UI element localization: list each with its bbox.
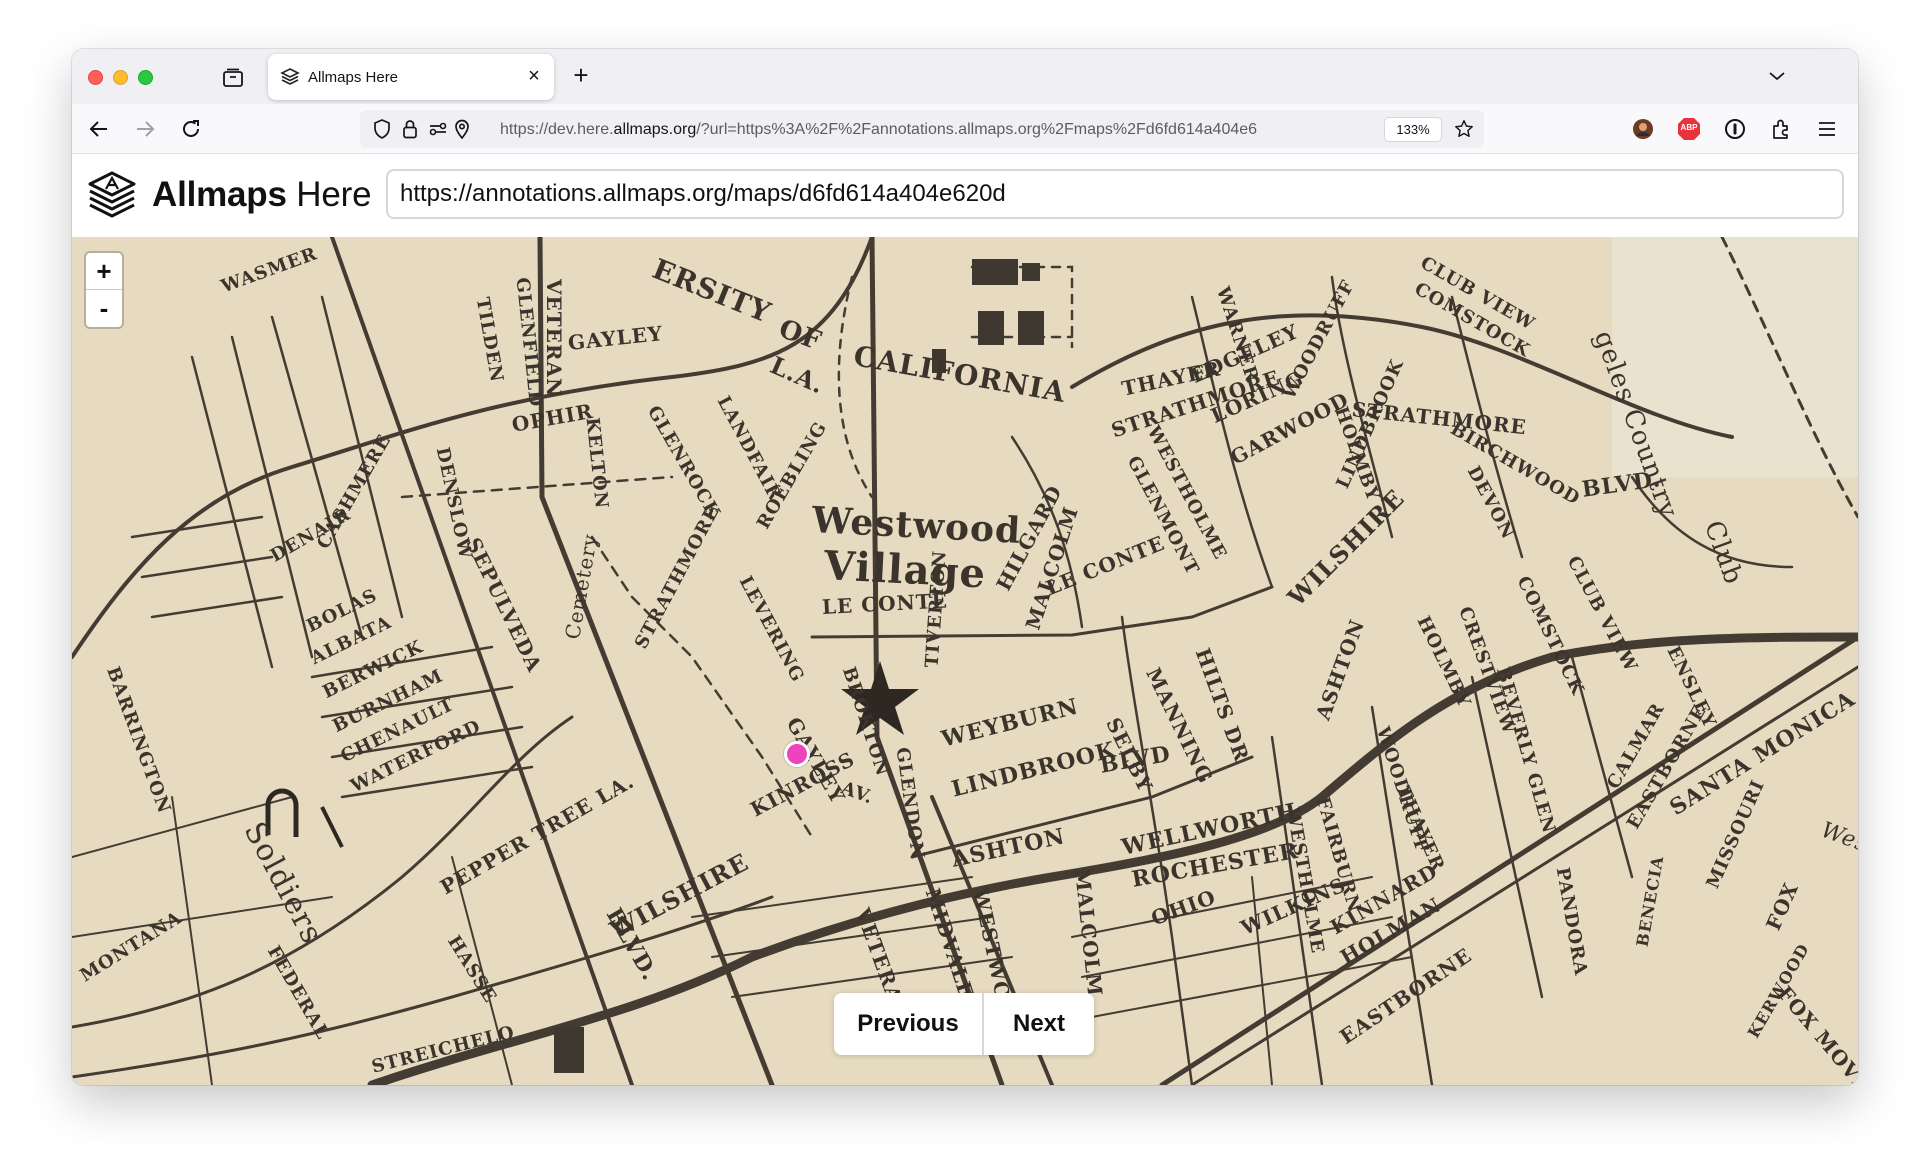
url-prefix: https://dev.here. — [500, 121, 614, 138]
app-header: Allmaps Here — [72, 155, 1858, 237]
map-pager: Previous Next — [834, 993, 1094, 1055]
url-text[interactable]: https://dev.here.allmaps.org/?url=https%… — [500, 121, 1372, 139]
app-brand: Allmaps Here — [152, 175, 372, 215]
brand-bold: Allmaps — [152, 175, 287, 214]
allmaps-favicon-icon — [280, 67, 300, 87]
lock-icon[interactable] — [400, 119, 420, 139]
zoom-in-button[interactable]: + — [86, 253, 122, 290]
hamburger-menu-icon[interactable] — [1814, 116, 1840, 142]
label-veteran-top: VETERAN — [542, 279, 566, 398]
tab-list-chevron-icon[interactable] — [1764, 63, 1790, 89]
url-host: allmaps.org — [613, 121, 697, 138]
url-fade — [1332, 114, 1378, 144]
url-bar[interactable]: https://dev.here.allmaps.org/?url=https%… — [360, 110, 1484, 148]
navigation-toolbar: https://dev.here.allmaps.org/?url=https%… — [72, 104, 1858, 154]
annotation-url-input[interactable] — [386, 169, 1844, 219]
window-close-button[interactable] — [88, 70, 103, 85]
zoom-out-button[interactable]: - — [86, 290, 122, 327]
permissions-icon[interactable] — [428, 119, 448, 139]
next-button[interactable]: Next — [984, 993, 1094, 1055]
map-viewport[interactable]: Westwood Village CALIFORNIA OF L.A. ERSI… — [72, 237, 1858, 1085]
adblock-plus-icon[interactable]: ABP — [1676, 116, 1702, 142]
window-maximize-button[interactable] — [138, 70, 153, 85]
profile-avatar-icon[interactable] — [1630, 116, 1656, 142]
brand-light: Here — [296, 175, 372, 214]
extensions-puzzle-icon[interactable] — [1768, 116, 1794, 142]
reload-icon[interactable] — [178, 116, 204, 142]
adblock-label: ABP — [1680, 123, 1698, 132]
location-marker[interactable] — [784, 741, 810, 767]
bookmark-star-icon[interactable] — [1454, 119, 1474, 139]
label-village: Village — [822, 542, 988, 598]
tab-title: Allmaps Here — [308, 69, 399, 86]
window-minimize-button[interactable] — [113, 70, 128, 85]
url-rest: /?url=https%3A%2F%2Fannotations.allmaps.… — [696, 121, 1258, 138]
tab-allmaps-here[interactable]: Allmaps Here × — [268, 54, 554, 100]
zoom-level-badge[interactable]: 133% — [1384, 117, 1442, 142]
firefox-view-icon[interactable] — [220, 65, 246, 91]
browser-window: Allmaps Here × + https://dev.here.allmap… — [72, 49, 1858, 1085]
location-pin-icon[interactable] — [452, 119, 472, 139]
previous-button[interactable]: Previous — [834, 993, 984, 1055]
forward-arrow-icon[interactable] — [132, 116, 158, 142]
tab-strip: Allmaps Here × + — [72, 49, 1858, 104]
allmaps-logo-icon — [86, 169, 138, 223]
password-manager-icon[interactable] — [1722, 116, 1748, 142]
back-arrow-icon[interactable] — [86, 116, 112, 142]
shield-icon[interactable] — [372, 119, 392, 139]
tab-close-icon[interactable]: × — [524, 66, 544, 87]
map-zoom-control: + - — [86, 253, 122, 327]
new-tab-button[interactable]: + — [566, 61, 596, 91]
